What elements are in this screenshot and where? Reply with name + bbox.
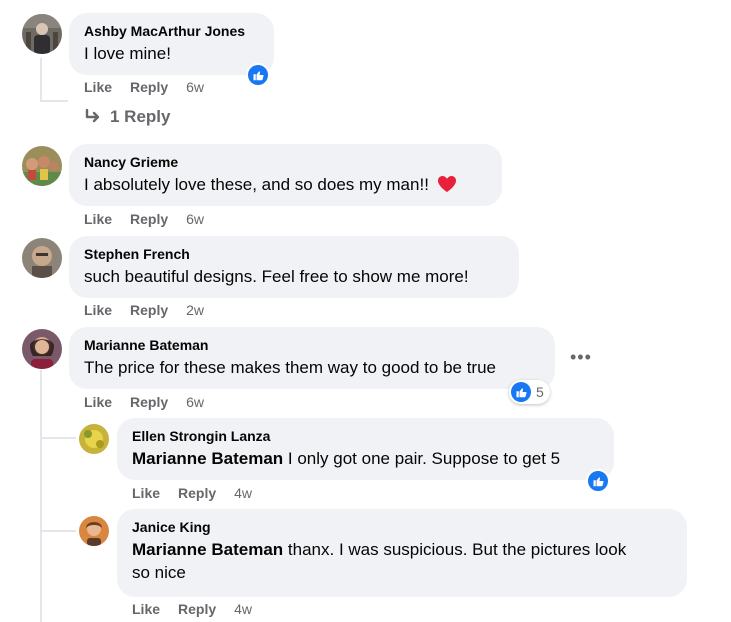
thread-line-curve	[40, 100, 68, 102]
reply-button[interactable]: Reply	[130, 78, 168, 96]
reply-text: Marianne Bateman thanx. I was suspicious…	[132, 538, 674, 584]
thread-line-branch	[40, 530, 76, 532]
more-options-icon[interactable]: •••	[570, 348, 592, 366]
comment-text: I love mine!	[84, 44, 171, 63]
reaction-summary[interactable]: 5	[509, 380, 550, 404]
comment-text: I absolutely love these, and so does my …	[84, 175, 457, 194]
thread-line	[40, 370, 42, 622]
comment-text: The price for these makes them way to go…	[84, 358, 496, 377]
comment-bubble: Stephen French such beautiful designs. F…	[69, 236, 519, 298]
comment-actions: Like Reply 6w	[84, 210, 204, 228]
reply-bubble: Ellen Strongin Lanza Marianne Bateman I …	[117, 418, 614, 480]
like-button[interactable]: Like	[84, 210, 112, 228]
like-button[interactable]: Like	[84, 393, 112, 411]
comment-bubble: Marianne Bateman The price for these mak…	[69, 327, 555, 389]
like-reaction-icon[interactable]	[586, 469, 610, 493]
reply-actions: Like Reply 4w	[132, 484, 252, 502]
reply-bubble: Janice King Marianne Bateman thanx. I wa…	[117, 509, 687, 597]
comment-bubble: Nancy Grieme I absolutely love these, an…	[69, 144, 502, 206]
comment-author[interactable]: Nancy Grieme	[84, 153, 489, 171]
reply-text-line1: thanx. I was suspicious. But the picture…	[287, 540, 627, 559]
reply-button[interactable]: Reply	[130, 393, 168, 411]
reply-text: Marianne Bateman I only got one pair. Su…	[132, 449, 560, 468]
reply-author[interactable]: Ellen Strongin Lanza	[132, 427, 601, 445]
like-button[interactable]: Like	[132, 600, 160, 618]
heart-emoji-icon	[437, 175, 457, 199]
reply-button[interactable]: Reply	[178, 600, 216, 618]
reply-text-line2: so nice	[132, 563, 186, 582]
reply-timestamp[interactable]: 4w	[234, 600, 252, 618]
mention-link[interactable]: Marianne Bateman	[132, 449, 283, 468]
avatar[interactable]	[22, 329, 62, 369]
reply-actions: Like Reply 4w	[132, 600, 252, 618]
reply-timestamp[interactable]: 4w	[234, 484, 252, 502]
avatar[interactable]	[22, 146, 62, 186]
reply-button[interactable]: Reply	[178, 484, 216, 502]
avatar[interactable]	[22, 14, 62, 54]
reply-author[interactable]: Janice King	[132, 518, 674, 536]
comment-actions: Like Reply 2w	[84, 301, 204, 319]
comment-bubble: Ashby MacArthur Jones I love mine!	[69, 13, 274, 75]
comment-timestamp[interactable]: 2w	[186, 301, 204, 319]
reply-button[interactable]: Reply	[130, 210, 168, 228]
view-replies-label: 1 Reply	[110, 107, 171, 126]
avatar[interactable]	[79, 424, 109, 454]
comment-text: such beautiful designs. Feel free to sho…	[84, 267, 469, 286]
mention-link[interactable]: Marianne Bateman	[132, 540, 283, 559]
comment-timestamp[interactable]: 6w	[186, 393, 204, 411]
reply-text-body: I only got one pair. Suppose to get 5	[287, 449, 561, 468]
comment-author[interactable]: Stephen French	[84, 245, 506, 263]
comment-author[interactable]: Ashby MacArthur Jones	[84, 22, 261, 40]
reply-button[interactable]: Reply	[130, 301, 168, 319]
comment-actions: Like Reply 6w	[84, 78, 204, 96]
comment-timestamp[interactable]: 6w	[186, 210, 204, 228]
reaction-count: 5	[536, 384, 544, 400]
like-button[interactable]: Like	[84, 78, 112, 96]
comment-text-body: I absolutely love these, and so does my …	[84, 175, 429, 194]
like-reaction-icon[interactable]	[246, 63, 270, 87]
thread-line	[40, 58, 42, 102]
like-reaction-icon	[511, 382, 531, 402]
comment-author[interactable]: Marianne Bateman	[84, 336, 542, 354]
comment-timestamp[interactable]: 6w	[186, 78, 204, 96]
comment-actions: Like Reply 6w	[84, 393, 204, 411]
view-replies-link[interactable]: 1 Reply	[84, 107, 170, 127]
avatar[interactable]	[79, 516, 109, 546]
like-button[interactable]: Like	[84, 301, 112, 319]
avatar[interactable]	[22, 238, 62, 278]
like-button[interactable]: Like	[132, 484, 160, 502]
thread-line-branch	[40, 437, 76, 439]
reply-arrow-icon	[84, 109, 102, 125]
